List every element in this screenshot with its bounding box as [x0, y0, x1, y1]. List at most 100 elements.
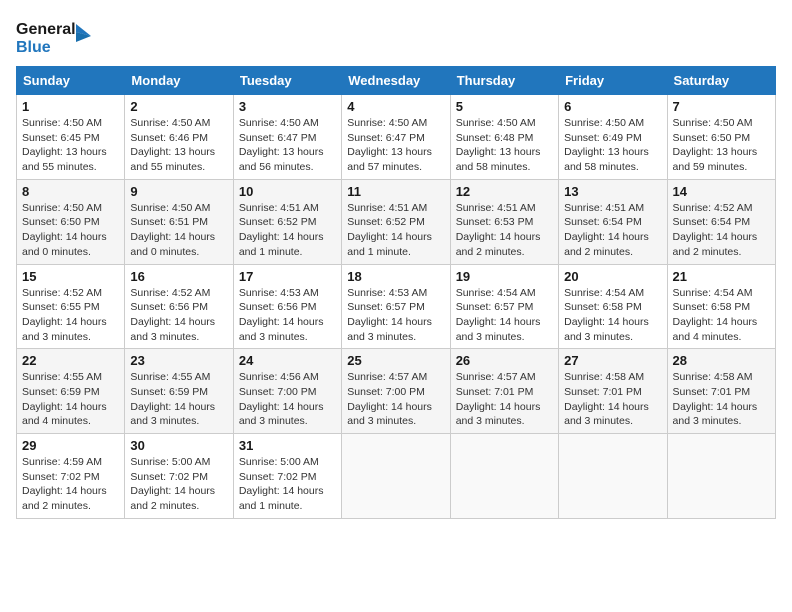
calendar-cell: 1 Sunrise: 4:50 AM Sunset: 6:45 PM Daylig…: [17, 95, 125, 180]
calendar-header-row: SundayMondayTuesdayWednesdayThursdayFrid…: [17, 67, 776, 95]
calendar-cell: 22 Sunrise: 4:55 AM Sunset: 6:59 PM Dayli…: [17, 349, 125, 434]
day-number: 14: [673, 184, 770, 199]
day-info: Sunrise: 4:52 AM Sunset: 6:56 PM Dayligh…: [130, 286, 227, 345]
day-info: Sunrise: 4:50 AM Sunset: 6:50 PM Dayligh…: [673, 116, 770, 175]
day-info: Sunrise: 4:50 AM Sunset: 6:46 PM Dayligh…: [130, 116, 227, 175]
calendar-cell: 21 Sunrise: 4:54 AM Sunset: 6:58 PM Dayli…: [667, 264, 775, 349]
day-number: 29: [22, 438, 119, 453]
column-header-wednesday: Wednesday: [342, 67, 450, 95]
calendar-cell: 19Sunrise: 4:54 AM Sunset: 6:57 PM Dayli…: [450, 264, 558, 349]
day-number: 15: [22, 269, 119, 284]
day-number: 23: [130, 353, 227, 368]
calendar-week-row: 1 Sunrise: 4:50 AM Sunset: 6:45 PM Daylig…: [17, 95, 776, 180]
day-info: Sunrise: 4:50 AM Sunset: 6:47 PM Dayligh…: [239, 116, 336, 175]
column-header-thursday: Thursday: [450, 67, 558, 95]
calendar-week-row: 8 Sunrise: 4:50 AM Sunset: 6:50 PM Daylig…: [17, 179, 776, 264]
day-number: 6: [564, 99, 661, 114]
column-header-monday: Monday: [125, 67, 233, 95]
column-header-sunday: Sunday: [17, 67, 125, 95]
day-number: 3: [239, 99, 336, 114]
day-info: Sunrise: 4:51 AM Sunset: 6:53 PM Dayligh…: [456, 201, 553, 260]
logo-svg: GeneralBlue: [16, 16, 96, 56]
calendar-cell: 10 Sunrise: 4:51 AM Sunset: 6:52 PM Dayli…: [233, 179, 341, 264]
calendar-table: SundayMondayTuesdayWednesdayThursdayFrid…: [16, 66, 776, 519]
day-info: Sunrise: 4:52 AM Sunset: 6:55 PM Dayligh…: [22, 286, 119, 345]
day-number: 9: [130, 184, 227, 199]
calendar-cell: 6Sunrise: 4:50 AM Sunset: 6:49 PM Daylig…: [559, 95, 667, 180]
calendar-cell: 24Sunrise: 4:56 AM Sunset: 7:00 PM Dayli…: [233, 349, 341, 434]
calendar-cell: [450, 434, 558, 519]
day-number: 17: [239, 269, 336, 284]
day-info: Sunrise: 5:00 AM Sunset: 7:02 PM Dayligh…: [239, 455, 336, 514]
day-info: Sunrise: 4:58 AM Sunset: 7:01 PM Dayligh…: [673, 370, 770, 429]
calendar-cell: 25 Sunrise: 4:57 AM Sunset: 7:00 PM Dayli…: [342, 349, 450, 434]
day-number: 21: [673, 269, 770, 284]
calendar-cell: [342, 434, 450, 519]
day-number: 1: [22, 99, 119, 114]
column-header-tuesday: Tuesday: [233, 67, 341, 95]
day-number: 5: [456, 99, 553, 114]
calendar-cell: [559, 434, 667, 519]
day-number: 10: [239, 184, 336, 199]
day-info: Sunrise: 4:58 AM Sunset: 7:01 PM Dayligh…: [564, 370, 661, 429]
day-info: Sunrise: 4:50 AM Sunset: 6:51 PM Dayligh…: [130, 201, 227, 260]
calendar-cell: 9 Sunrise: 4:50 AM Sunset: 6:51 PM Daylig…: [125, 179, 233, 264]
calendar-cell: 23 Sunrise: 4:55 AM Sunset: 6:59 PM Dayli…: [125, 349, 233, 434]
day-info: Sunrise: 4:57 AM Sunset: 7:01 PM Dayligh…: [456, 370, 553, 429]
svg-text:Blue: Blue: [16, 39, 51, 56]
day-info: Sunrise: 4:53 AM Sunset: 6:57 PM Dayligh…: [347, 286, 444, 345]
day-number: 11: [347, 184, 444, 199]
day-info: Sunrise: 4:53 AM Sunset: 6:56 PM Dayligh…: [239, 286, 336, 345]
day-number: 18: [347, 269, 444, 284]
day-number: 13: [564, 184, 661, 199]
day-number: 12: [456, 184, 553, 199]
calendar-cell: 7Sunrise: 4:50 AM Sunset: 6:50 PM Daylig…: [667, 95, 775, 180]
day-number: 28: [673, 353, 770, 368]
svg-text:General: General: [16, 21, 76, 38]
calendar-cell: 17 Sunrise: 4:53 AM Sunset: 6:56 PM Dayli…: [233, 264, 341, 349]
calendar-cell: 12 Sunrise: 4:51 AM Sunset: 6:53 PM Dayli…: [450, 179, 558, 264]
calendar-week-row: 22 Sunrise: 4:55 AM Sunset: 6:59 PM Dayli…: [17, 349, 776, 434]
calendar-cell: 20Sunrise: 4:54 AM Sunset: 6:58 PM Dayli…: [559, 264, 667, 349]
day-info: Sunrise: 4:50 AM Sunset: 6:45 PM Dayligh…: [22, 116, 119, 175]
day-number: 22: [22, 353, 119, 368]
calendar-cell: 2 Sunrise: 4:50 AM Sunset: 6:46 PM Daylig…: [125, 95, 233, 180]
day-info: Sunrise: 4:55 AM Sunset: 6:59 PM Dayligh…: [22, 370, 119, 429]
calendar-week-row: 29 Sunrise: 4:59 AM Sunset: 7:02 PM Dayli…: [17, 434, 776, 519]
calendar-cell: 26 Sunrise: 4:57 AM Sunset: 7:01 PM Dayli…: [450, 349, 558, 434]
column-header-saturday: Saturday: [667, 67, 775, 95]
calendar-cell: [667, 434, 775, 519]
calendar-cell: 5Sunrise: 4:50 AM Sunset: 6:48 PM Daylig…: [450, 95, 558, 180]
day-number: 25: [347, 353, 444, 368]
day-number: 20: [564, 269, 661, 284]
calendar-cell: 15 Sunrise: 4:52 AM Sunset: 6:55 PM Dayli…: [17, 264, 125, 349]
logo: GeneralBlue: [16, 16, 96, 56]
column-header-friday: Friday: [559, 67, 667, 95]
day-info: Sunrise: 4:51 AM Sunset: 6:52 PM Dayligh…: [239, 201, 336, 260]
day-info: Sunrise: 4:56 AM Sunset: 7:00 PM Dayligh…: [239, 370, 336, 429]
day-info: Sunrise: 4:57 AM Sunset: 7:00 PM Dayligh…: [347, 370, 444, 429]
calendar-cell: 14 Sunrise: 4:52 AM Sunset: 6:54 PM Dayli…: [667, 179, 775, 264]
day-number: 4: [347, 99, 444, 114]
day-info: Sunrise: 4:55 AM Sunset: 6:59 PM Dayligh…: [130, 370, 227, 429]
calendar-week-row: 15 Sunrise: 4:52 AM Sunset: 6:55 PM Dayli…: [17, 264, 776, 349]
day-number: 26: [456, 353, 553, 368]
calendar-cell: 31 Sunrise: 5:00 AM Sunset: 7:02 PM Dayli…: [233, 434, 341, 519]
day-info: Sunrise: 4:51 AM Sunset: 6:54 PM Dayligh…: [564, 201, 661, 260]
day-info: Sunrise: 4:54 AM Sunset: 6:58 PM Dayligh…: [673, 286, 770, 345]
day-number: 31: [239, 438, 336, 453]
calendar-cell: 27Sunrise: 4:58 AM Sunset: 7:01 PM Dayli…: [559, 349, 667, 434]
day-number: 16: [130, 269, 227, 284]
day-number: 2: [130, 99, 227, 114]
day-info: Sunrise: 4:50 AM Sunset: 6:50 PM Dayligh…: [22, 201, 119, 260]
calendar-cell: 29 Sunrise: 4:59 AM Sunset: 7:02 PM Dayli…: [17, 434, 125, 519]
day-number: 8: [22, 184, 119, 199]
calendar-cell: 28 Sunrise: 4:58 AM Sunset: 7:01 PM Dayli…: [667, 349, 775, 434]
day-info: Sunrise: 4:52 AM Sunset: 6:54 PM Dayligh…: [673, 201, 770, 260]
calendar-cell: 13 Sunrise: 4:51 AM Sunset: 6:54 PM Dayli…: [559, 179, 667, 264]
calendar-cell: 30Sunrise: 5:00 AM Sunset: 7:02 PM Dayli…: [125, 434, 233, 519]
day-info: Sunrise: 5:00 AM Sunset: 7:02 PM Dayligh…: [130, 455, 227, 514]
day-info: Sunrise: 4:59 AM Sunset: 7:02 PM Dayligh…: [22, 455, 119, 514]
calendar-cell: 8 Sunrise: 4:50 AM Sunset: 6:50 PM Daylig…: [17, 179, 125, 264]
day-info: Sunrise: 4:51 AM Sunset: 6:52 PM Dayligh…: [347, 201, 444, 260]
